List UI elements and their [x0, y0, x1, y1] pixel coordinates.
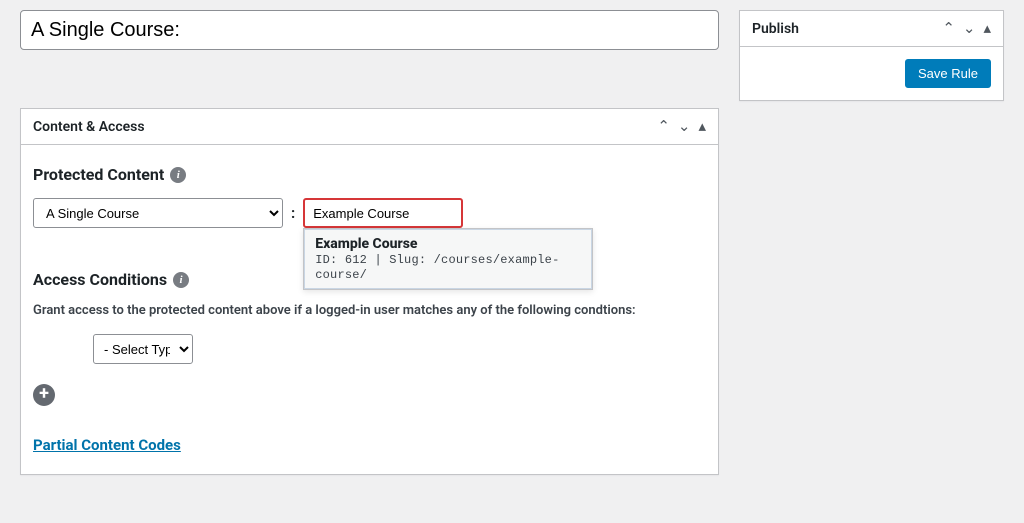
info-icon[interactable]: i [173, 272, 189, 288]
publish-heading: Publish [752, 21, 942, 37]
content-access-box: Content & Access ⌃ ⌄ ▴ Protected Content… [20, 108, 719, 475]
publish-box: Publish ⌃ ⌄ ▴ Save Rule [739, 10, 1004, 101]
content-access-header: Content & Access ⌃ ⌄ ▴ [21, 109, 718, 145]
info-icon[interactable]: i [170, 167, 186, 183]
separator-colon: : [291, 204, 295, 222]
post-title-input[interactable] [20, 10, 719, 50]
condition-row: - Select Type - [33, 334, 706, 364]
course-search-result[interactable]: Example Course ID: 612 | Slug: /courses/… [304, 229, 592, 289]
move-up-icon[interactable]: ⌃ [657, 119, 670, 134]
protected-content-row: A Single Course : Example Course ID: 612… [33, 198, 706, 228]
content-access-handle-actions: ⌃ ⌄ ▴ [657, 119, 706, 134]
toggle-panel-icon[interactable]: ▴ [698, 119, 706, 134]
course-search-dropdown: Example Course ID: 612 | Slug: /courses/… [303, 228, 593, 290]
result-title: Example Course [315, 236, 581, 252]
save-rule-button[interactable]: Save Rule [905, 59, 991, 88]
access-conditions-description: Grant access to the protected content ab… [33, 303, 706, 318]
content-access-heading: Content & Access [33, 119, 657, 135]
protected-content-heading: Protected Content i [33, 165, 706, 184]
content-type-select[interactable]: A Single Course [33, 198, 283, 228]
add-condition-button[interactable]: + [33, 384, 55, 406]
partial-content-codes-link[interactable]: Partial Content Codes [33, 436, 181, 454]
publish-handle-actions: ⌃ ⌄ ▴ [942, 21, 991, 36]
toggle-panel-icon[interactable]: ▴ [983, 21, 991, 36]
move-up-icon[interactable]: ⌃ [942, 21, 955, 36]
course-search-input[interactable] [303, 198, 463, 228]
result-meta: ID: 612 | Slug: /courses/example-course/ [315, 253, 559, 282]
condition-type-select[interactable]: - Select Type - [93, 334, 193, 364]
publish-header: Publish ⌃ ⌄ ▴ [740, 11, 1003, 47]
move-down-icon[interactable]: ⌄ [678, 119, 691, 134]
move-down-icon[interactable]: ⌄ [963, 21, 976, 36]
